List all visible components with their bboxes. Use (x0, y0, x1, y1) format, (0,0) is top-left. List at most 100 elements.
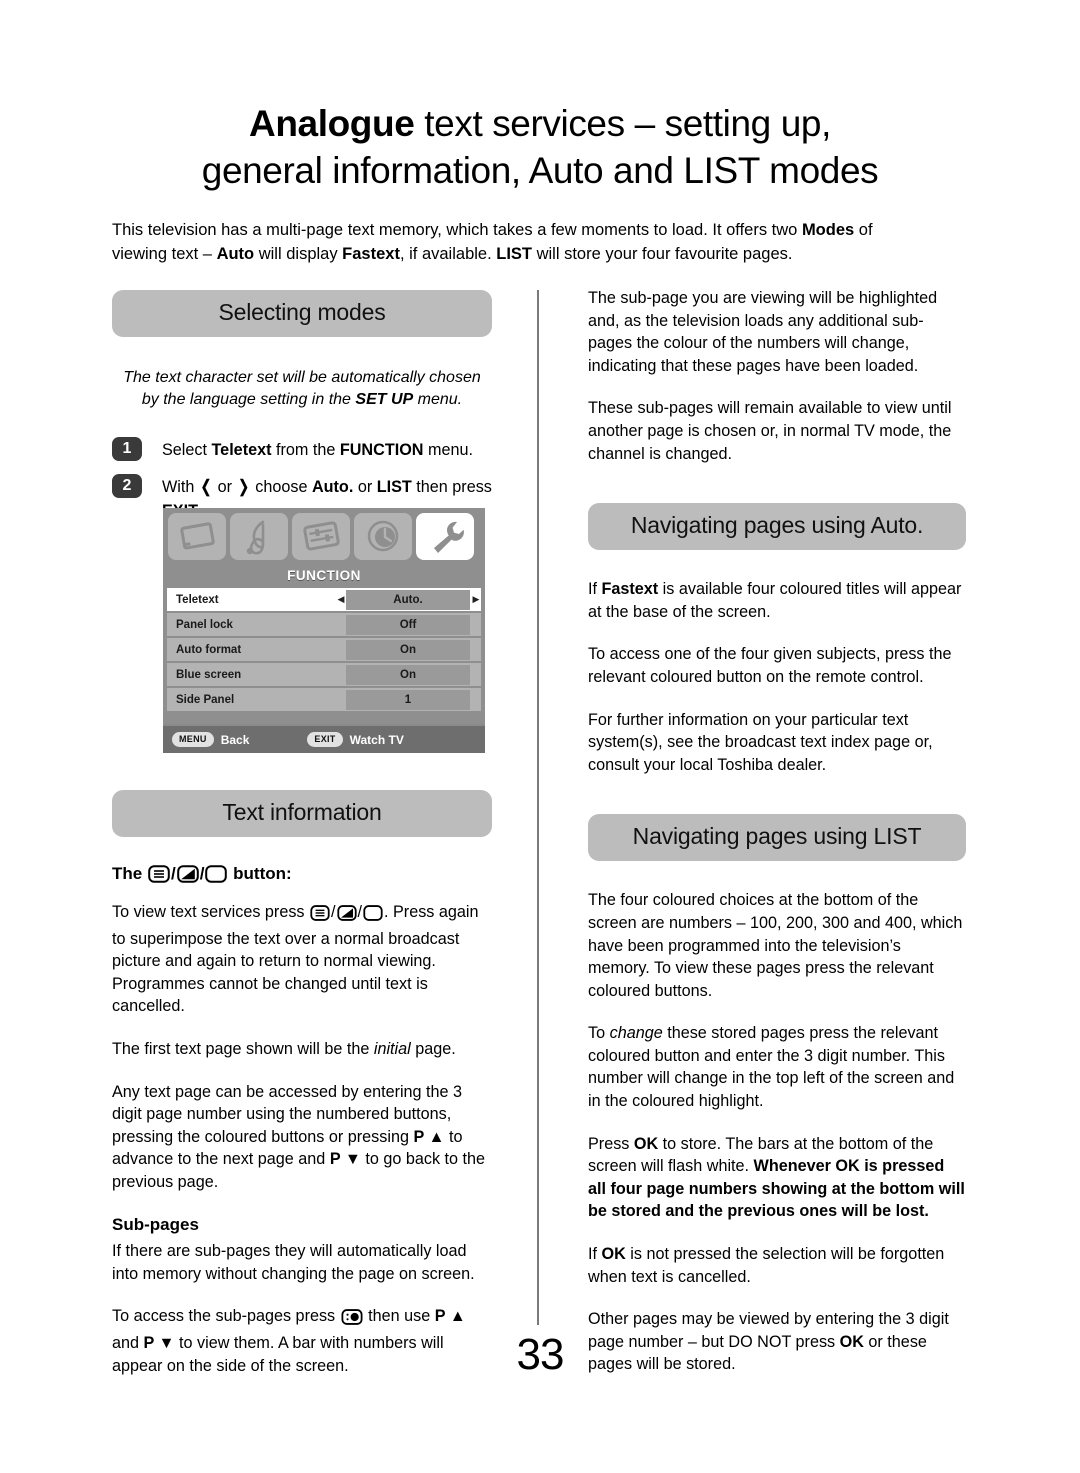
sub-page-button-icon (341, 1309, 363, 1332)
para3-pre: Any text page can be accessed by enterin… (112, 1082, 463, 1146)
blank-button-icon (205, 863, 228, 893)
intro-bold-modes: Modes (801, 221, 855, 239)
page-title-bold-word: Analogue (249, 103, 415, 144)
p-down-label: P ▼ (329, 1150, 361, 1169)
button-heading-post: button: (228, 864, 292, 883)
left-column-lower: Text information The / / button: To view … (112, 790, 492, 1397)
osd-left-arrow-icon[interactable]: ◀ (336, 594, 346, 605)
button-heading-pre: The (112, 864, 147, 883)
section-heading-navigating-auto: Navigating pages using Auto. (588, 503, 966, 551)
button-glyph-heading: The / / button: (112, 859, 492, 893)
step-1: 1 Select Teletext from the FUNCTION menu… (112, 437, 492, 462)
step-2-text-3: or (353, 478, 377, 496)
sound-icon[interactable] (230, 513, 288, 560)
list-para-3: Press OK to store. The bars at the botto… (588, 1133, 966, 1223)
para2-pre: The first text page shown will be the (112, 1039, 374, 1058)
section-heading-selecting-modes: Selecting modes (112, 290, 492, 337)
intro-text-1: This television has a multi-page text me… (112, 221, 802, 239)
osd-row-side-panel[interactable]: Side Panel 1 (167, 688, 481, 711)
list-bold-ok-2: OK (601, 1245, 626, 1264)
osd-row-auto-format[interactable]: Auto format On (167, 638, 481, 661)
section-heading-text-information: Text information (112, 790, 492, 837)
charset-note: The text character set will be automatic… (120, 367, 484, 411)
para5-pre: To access the sub-pages press (112, 1307, 340, 1326)
step-1-text-1: Select (162, 441, 212, 459)
osd-exit-label: Watch TV (349, 732, 404, 747)
para1-pre: To view text services press (112, 903, 310, 921)
step-2-text-1: With (162, 478, 199, 496)
osd-value-teletext: Auto. (346, 589, 470, 610)
osd-label-panel-lock: Panel lock (176, 618, 233, 631)
osd-row-teletext[interactable]: Teletext ◀ Auto. ▶ (167, 588, 481, 611)
intro-paragraph: This television has a multi-page text me… (112, 218, 924, 266)
step-2-bold-auto: Auto. (311, 478, 354, 496)
para5-mid: then use (363, 1307, 435, 1326)
right-arrow-icon: ❭ (236, 477, 251, 496)
list-italic-change: change (609, 1024, 663, 1043)
p-up-label: P ▲ (413, 1127, 445, 1146)
osd-row-panel-lock[interactable]: Panel lock Off (167, 613, 481, 636)
step-1-bold-teletext: Teletext (211, 441, 272, 459)
right-column: The sub-page you are viewing will be hig… (588, 287, 966, 1396)
list-para-2: To change these stored pages press the r… (588, 1022, 966, 1112)
osd-value-auto-format: On (346, 639, 470, 660)
list-para3-pre: Press (588, 1134, 634, 1153)
function-wrench-icon[interactable] (416, 513, 474, 560)
auto-para-2: To access one of the four given subjects… (588, 645, 952, 686)
intro-text-3: will display (254, 245, 343, 263)
para2-post: page. (410, 1039, 456, 1058)
step-2-bold-list: LIST (376, 478, 412, 496)
p-up-label: P ▲ (434, 1307, 466, 1326)
timer-icon[interactable] (354, 513, 412, 560)
step-1-bold-function: FUNCTION (339, 441, 424, 459)
intro-bold-list: LIST (496, 245, 533, 263)
picture-icon[interactable] (168, 513, 226, 560)
charset-note-setup: SET UP (355, 391, 414, 408)
text-lines-button-icon (310, 905, 330, 928)
auto-para-3: For further information on your particul… (588, 710, 933, 774)
osd-value-side-panel: 1 (346, 689, 470, 710)
osd-label-teletext: Teletext (176, 593, 219, 606)
text-info-para-3: Any text page can be accessed by enterin… (112, 1081, 492, 1194)
intro-text-4: , if available. (399, 245, 497, 263)
step-2-or: or (213, 478, 237, 496)
osd-menu-label: Back (220, 732, 250, 747)
intro-bold-fastext: Fastext (342, 245, 400, 263)
osd-label-side-panel: Side Panel (176, 693, 235, 706)
page-title-line2: general information, Auto and LIST modes (201, 150, 879, 191)
subheading-sub-pages: Sub-pages (112, 1214, 199, 1234)
osd-title: FUNCTION (287, 568, 361, 583)
step-2-text-2: choose (250, 478, 312, 496)
osd-value-blue-screen: On (346, 664, 470, 685)
tv-osd-screenshot: FUNCTION Teletext ◀ Auto. ▶ Panel lock O… (163, 508, 485, 753)
step-1-text-2: from the (271, 441, 340, 459)
step-1-badge: 1 (112, 437, 142, 461)
page-number: 33 (516, 1330, 565, 1379)
auto-bold-fastext: Fastext (601, 580, 659, 599)
section-heading-navigating-list: Navigating pages using LIST (588, 814, 966, 862)
list-para4-pre: If (588, 1245, 602, 1264)
osd-row-blue-screen[interactable]: Blue screen On (167, 663, 481, 686)
intro-bold-auto: Auto (216, 245, 255, 263)
auto-para1-pre: If (588, 580, 602, 599)
osd-menu-key[interactable]: MENU (172, 732, 214, 747)
text-info-para-4: If there are sub-pages they will automat… (112, 1242, 475, 1283)
osd-right-arrow-icon[interactable]: ▶ (471, 594, 481, 605)
step-1-text-3: menu. (423, 441, 473, 459)
step-2-badge: 2 (112, 474, 142, 498)
page-title: Analogue text services – setting up, gen… (90, 100, 990, 194)
osd-label-auto-format: Auto format (176, 643, 242, 656)
osd-exit-key[interactable]: EXIT (307, 732, 343, 747)
page-title-rest: text services – setting up, (414, 103, 831, 144)
auto-para-1: If Fastext is available four coloured ti… (588, 578, 966, 623)
para2-italic-initial: initial (373, 1039, 411, 1058)
osd-label-blue-screen: Blue screen (176, 668, 242, 681)
column-divider (537, 290, 539, 1325)
list-para-4: If OK is not pressed the selection will … (588, 1243, 966, 1288)
setup-icon[interactable] (292, 513, 350, 560)
text-info-para-2: The first text page shown will be the in… (112, 1038, 492, 1061)
list-bold-ok-1: OK (633, 1134, 659, 1153)
list-para2-pre: To (588, 1024, 610, 1043)
osd-footer: MENU Back EXIT Watch TV (163, 724, 485, 753)
step-2-text-4: then press (411, 478, 492, 496)
